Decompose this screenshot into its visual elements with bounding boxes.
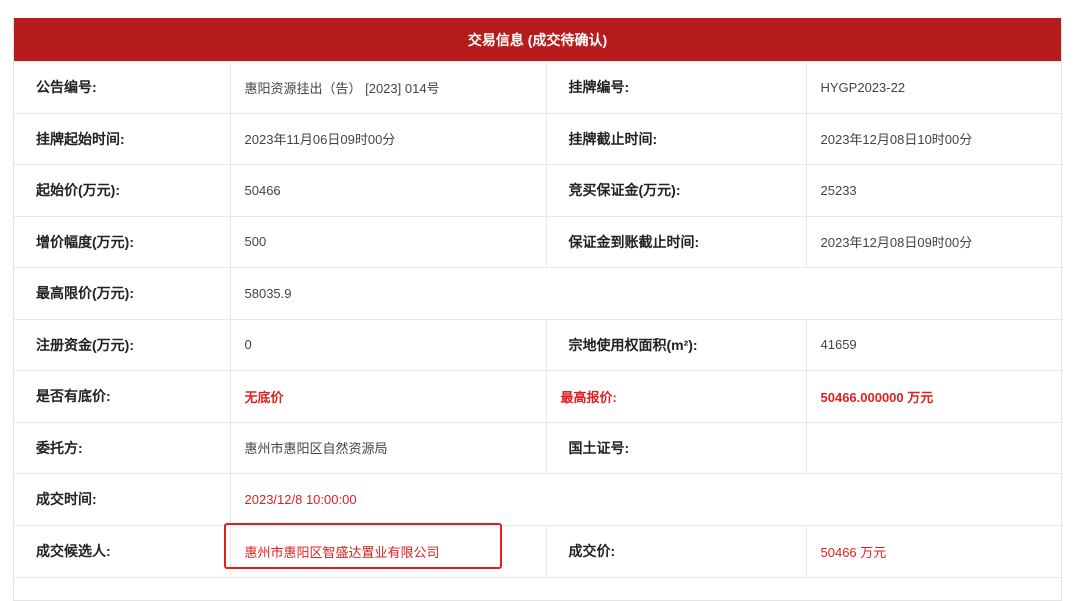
start-price-label: 起始价(万元): [14,164,231,216]
reserve-price-label: 是否有底价: [14,370,231,422]
listing-end-value: 2023年12月08日10时00分 [806,112,1063,165]
announcement-no-label: 公告编号: [14,61,231,113]
client-label: 委托方: [14,421,231,474]
listing-no-label: 挂牌编号: [546,61,807,113]
row-client: 委托方: 惠州市惠阳区自然资源局 国土证号: [14,421,1063,474]
row-start-price: 起始价(万元): 50466 竞买保证金(万元): 25233 [14,164,1063,216]
listing-start-label: 挂牌起始时间: [14,112,231,165]
info-table: 公告编号: 惠阳资源挂出（告） [2023] 014号 挂牌编号: HYGP20… [14,61,1063,577]
land-area-label: 宗地使用权面积(m²): [546,318,807,371]
listing-end-label: 挂牌截止时间: [546,112,807,165]
max-price-label: 最高限价(万元): [14,267,231,319]
highest-bid-label: 最高报价: [546,370,807,422]
reserve-price-value: 无底价 [230,370,547,422]
listing-no-value: HYGP2023-22 [806,61,1063,113]
deal-price-value: 50466 万元 [806,524,1063,577]
row-increment: 增价幅度(万元): 500 保证金到账截止时间: 2023年12月08日09时0… [14,215,1063,268]
row-listing-time: 挂牌起始时间: 2023年11月06日09时00分 挂牌截止时间: 2023年1… [14,112,1063,165]
listing-start-value: 2023年11月06日09时00分 [230,112,547,165]
row-candidate: 成交候选人: 惠州市惠阳区智盛达置业有限公司 成交价: 50466 万元 [14,524,1063,577]
row-deal-time: 成交时间: 2023/12/8 10:00:00 [14,473,1063,525]
land-cert-label: 国土证号: [546,421,807,474]
transaction-info-panel: 交易信息 (成交待确认) 公告编号: 惠阳资源挂出（告） [2023] 014号… [13,18,1063,601]
panel-header: 交易信息 (成交待确认) [14,18,1061,61]
land-cert-value [806,421,1063,474]
increment-value: 500 [230,215,547,268]
announcement-no-value: 惠阳资源挂出（告） [2023] 014号 [230,61,547,113]
deposit-deadline-value: 2023年12月08日09时00分 [806,215,1063,268]
row-reserve-price: 是否有底价: 无底价 最高报价: 50466.000000 万元 [14,370,1063,422]
table-footer [14,576,1061,600]
increment-label: 增价幅度(万元): [14,215,231,268]
row-announcement-no: 公告编号: 惠阳资源挂出（告） [2023] 014号 挂牌编号: HYGP20… [14,61,1063,113]
row-max-price: 最高限价(万元): 58035.9 [14,267,1063,319]
row-registered-capital: 注册资金(万元): 0 宗地使用权面积(m²): 41659 [14,318,1063,371]
highest-bid-value: 50466.000000 万元 [806,370,1063,422]
deal-time-value: 2023/12/8 10:00:00 [230,473,1063,525]
deposit-value: 25233 [806,164,1063,216]
deal-price-label: 成交价: [546,524,807,577]
client-value: 惠州市惠阳区自然资源局 [230,421,547,474]
land-area-value: 41659 [806,318,1063,371]
candidate-highlight-box [224,523,502,569]
deal-time-label: 成交时间: [14,473,231,525]
max-price-value: 58035.9 [230,267,1063,319]
start-price-value: 50466 [230,164,547,216]
candidate-label: 成交候选人: [14,524,231,577]
panel-title: 交易信息 (成交待确认) [467,31,608,48]
registered-capital-value: 0 [230,318,547,371]
deposit-label: 竞买保证金(万元): [546,164,807,216]
deposit-deadline-label: 保证金到账截止时间: [546,215,807,268]
registered-capital-label: 注册资金(万元): [14,318,231,371]
